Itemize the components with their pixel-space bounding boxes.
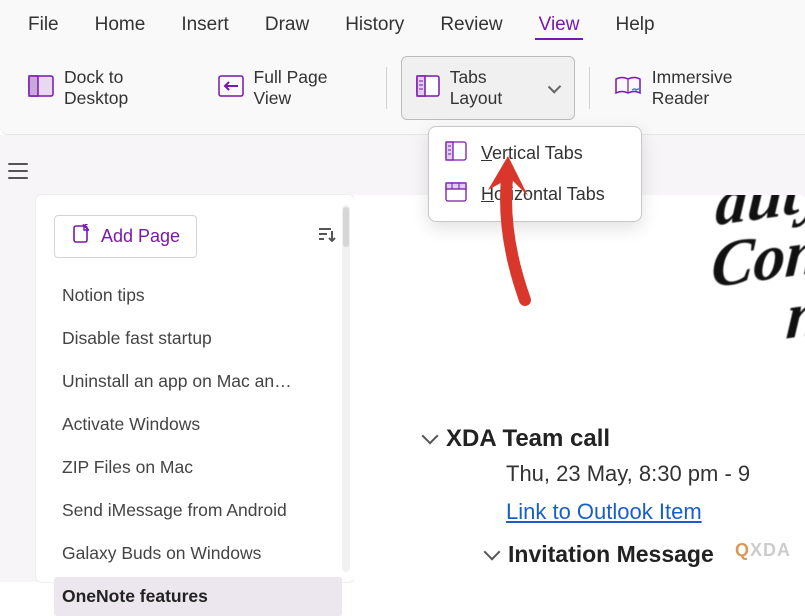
- list-item[interactable]: OneNote features: [54, 577, 342, 616]
- add-page-label: Add Page: [101, 226, 180, 247]
- watermark: QXDA: [735, 540, 791, 561]
- tabs-layout-button[interactable]: Tabs Layout: [401, 56, 575, 120]
- menu-home[interactable]: Home: [91, 10, 150, 40]
- outlook-link[interactable]: Link to Outlook Item: [506, 499, 702, 525]
- horizontal-tabs-icon: [445, 182, 467, 207]
- add-page-button[interactable]: Add Page: [54, 215, 197, 258]
- vertical-tabs-option[interactable]: Vertical Tabs: [429, 133, 641, 174]
- full-page-view-button[interactable]: Full Page View: [208, 59, 372, 117]
- vertical-tabs-icon: [445, 141, 467, 166]
- tabs-layout-icon: [416, 75, 440, 102]
- meeting-datetime: Thu, 23 May, 8:30 pm - 9: [506, 461, 805, 487]
- nav-gutter: [0, 135, 36, 582]
- list-item[interactable]: Galaxy Buds on Windows: [54, 534, 342, 573]
- sort-icon: [316, 225, 336, 245]
- menu-insert[interactable]: Insert: [177, 10, 233, 40]
- list-item[interactable]: Activate Windows: [54, 405, 342, 444]
- tabs-layout-label: Tabs Layout: [450, 67, 537, 109]
- menu-history[interactable]: History: [341, 10, 408, 40]
- list-item[interactable]: ZIP Files on Mac: [54, 448, 342, 487]
- immersive-label: Immersive Reader: [652, 67, 785, 109]
- full-page-label: Full Page View: [254, 67, 362, 109]
- menu-draw[interactable]: Draw: [261, 10, 313, 40]
- meeting-title: XDA Team call: [424, 425, 805, 453]
- menu-help[interactable]: Help: [611, 10, 658, 40]
- list-item[interactable]: Send iMessage from Android: [54, 491, 342, 530]
- dock-to-desktop-button[interactable]: Dock to Desktop: [18, 59, 194, 117]
- vertical-tabs-label: Vertical Tabs: [481, 143, 583, 164]
- dock-label: Dock to Desktop: [64, 67, 184, 109]
- menu-file[interactable]: File: [24, 10, 63, 40]
- add-page-icon: [71, 224, 91, 249]
- menu-bar: File Home Insert Draw History Review Vie…: [0, 0, 805, 48]
- menu-review[interactable]: Review: [436, 10, 506, 40]
- horizontal-tabs-label: Horizontal Tabs: [481, 184, 605, 205]
- hamburger-icon[interactable]: [8, 163, 28, 179]
- ribbon-toolbar: Dock to Desktop Full Page View Tabs Layo…: [0, 48, 805, 135]
- toolbar-divider-2: [589, 67, 590, 109]
- collapse-icon[interactable]: [484, 544, 501, 561]
- immersive-reader-icon: [614, 75, 642, 102]
- tabs-layout-dropdown: Vertical Tabs Horizontal Tabs: [428, 126, 642, 222]
- page-list: Notion tips Disable fast startup Uninsta…: [54, 276, 342, 616]
- list-item[interactable]: Uninstall an app on Mac an…: [54, 362, 342, 401]
- scrollbar[interactable]: [342, 205, 350, 572]
- note-canvas[interactable]: duty Conf nc XDA Team call Thu, 23 May, …: [354, 195, 805, 582]
- immersive-reader-button[interactable]: Immersive Reader: [604, 59, 795, 117]
- page-list-panel: Add Page Notion tips Disable fast startu…: [36, 195, 354, 582]
- background-image-text: duty Conf nc: [705, 195, 805, 359]
- list-item[interactable]: Disable fast startup: [54, 319, 342, 358]
- horizontal-tabs-option[interactable]: Horizontal Tabs: [429, 174, 641, 215]
- collapse-icon[interactable]: [422, 428, 439, 445]
- sort-button[interactable]: [310, 219, 342, 255]
- list-item[interactable]: Notion tips: [54, 276, 342, 315]
- dock-icon: [28, 75, 54, 102]
- scrollbar-thumb[interactable]: [343, 207, 349, 247]
- chevron-down-icon: [548, 80, 562, 94]
- menu-view[interactable]: View: [535, 10, 584, 40]
- toolbar-divider: [386, 67, 387, 109]
- full-page-icon: [218, 75, 244, 102]
